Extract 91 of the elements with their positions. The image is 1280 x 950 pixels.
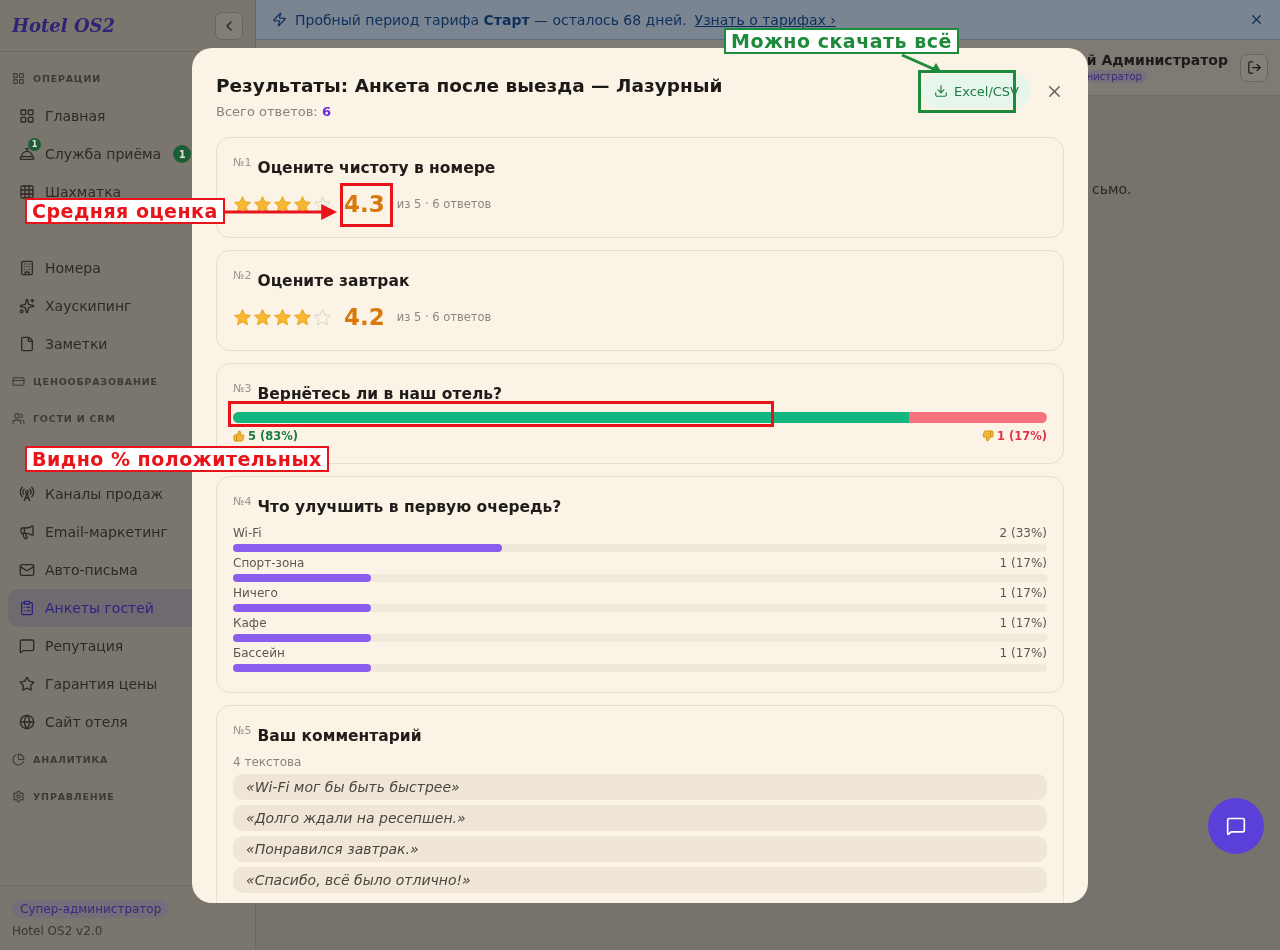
thumbs-up-icon [233, 430, 245, 442]
section-icon [12, 72, 25, 85]
star-icon [313, 307, 332, 327]
annotation-callout: Средняя оценка [25, 198, 225, 224]
menu-icon [19, 146, 35, 162]
average-score: 4.3 [344, 191, 385, 217]
menu-item[interactable]: Хаускипинг [8, 287, 247, 325]
menu-icon [19, 298, 35, 314]
text-answer: «Спасибо, всё было отлично!» [233, 867, 1047, 893]
lightning-icon [272, 12, 287, 27]
content-text: сьмо. [1092, 181, 1132, 197]
pricing-link[interactable]: Узнать о тарифах › [694, 11, 836, 28]
logout-icon [1246, 60, 1262, 75]
section-title: ГОСТИ И CRM [33, 413, 116, 424]
star-icon [313, 194, 332, 214]
version-text: Hotel OS2 v2.0 [12, 924, 103, 938]
section-title: АНАЛИТИКА [33, 754, 109, 765]
section-icon [12, 412, 25, 425]
average-score: 4.2 [344, 304, 385, 330]
chat-button[interactable] [1208, 798, 1264, 854]
logout-button[interactable] [1240, 53, 1268, 82]
text-answer: «Wi-Fi мог бы быть быстрее» [233, 774, 1047, 800]
star-icon [253, 307, 272, 327]
menu-icon [19, 184, 35, 200]
question-title: Ваш комментарий [257, 727, 422, 745]
notification-badge: 1 [28, 138, 41, 151]
question-title: Вернётесь ли в наш отель? [257, 385, 503, 403]
close-icon[interactable] [1249, 12, 1264, 27]
option-count: 1 (17%) [999, 616, 1047, 630]
menu-icon [19, 676, 35, 692]
answer-count: 4 текстова [233, 755, 303, 769]
annotation-callout: Можно скачать всё [724, 28, 959, 54]
star-icon [233, 307, 252, 327]
star-icon [273, 307, 292, 327]
option-label: Бассейн [233, 646, 285, 660]
text-answer: «Долго ждали на ресепшен.» [233, 805, 1047, 831]
role-badge: Супер-администратор [12, 900, 170, 918]
logo: Hotel OS2 [12, 15, 116, 36]
menu-icon [19, 638, 35, 654]
collapse-button[interactable] [215, 11, 243, 40]
question-title: Оцените чистоту в номере [257, 159, 496, 177]
highlight-frame [340, 183, 393, 227]
banner-text: Пробный период тарифа Старт — осталось 68 дней. [295, 11, 687, 28]
question-number: №4 [233, 495, 252, 508]
star-icon [273, 194, 292, 214]
menu-icon [19, 486, 35, 502]
text-answer: «Понравился завтрак.» [233, 836, 1047, 862]
option-count: 1 (17%) [999, 556, 1047, 570]
option-count: 2 (33%) [999, 526, 1047, 540]
rating-meta: из 5 · 6 ответов [396, 310, 492, 324]
section-icon [12, 753, 25, 766]
menu-icon [19, 600, 35, 616]
download-icon [933, 84, 948, 98]
dialog-title: Результаты: Анкета после выезда — Лазурный [216, 75, 723, 96]
menu-icon [19, 562, 35, 578]
section-title: ЦЕНООБРАЗОВАНИЕ [33, 376, 158, 387]
section-icon [12, 375, 25, 388]
menu-item[interactable]: Гарантия цены [8, 665, 247, 703]
annotation-callout: Видно % положительных [25, 446, 329, 472]
rating-meta: из 5 · 6 ответов [396, 197, 492, 211]
chat-icon [1226, 816, 1246, 836]
star-icon [293, 194, 312, 214]
section-icon [12, 790, 25, 803]
question-number: №3 [233, 382, 252, 395]
user-role: нистратор [1086, 70, 1147, 83]
count-badge: 1 [173, 145, 192, 163]
section-title: УПРАВЛЕНИЕ [33, 791, 115, 802]
menu-item[interactable]: Заметки [8, 325, 247, 363]
question-number: №2 [233, 269, 252, 282]
no-count: 1 (17%) [996, 429, 1047, 443]
menu-icon [19, 108, 35, 124]
option-label: Wi-Fi [233, 526, 262, 540]
question-number: №1 [233, 156, 252, 169]
menu-icon [19, 260, 35, 276]
star-icon [253, 194, 272, 214]
option-label: Спорт-зона [233, 556, 305, 570]
star-icon [233, 194, 252, 214]
yes-count: 5 (83%) [248, 429, 299, 443]
menu-icon [19, 714, 35, 730]
question-title: Оцените завтрак [257, 272, 410, 290]
thumbs-down-icon [981, 430, 994, 442]
option-count: 1 (17%) [999, 586, 1047, 600]
total-responses: Всего ответов: 6 [216, 104, 332, 119]
question-title: Что улучшить в первую очередь? [257, 498, 562, 516]
star-icon [293, 307, 312, 327]
menu-icon [19, 524, 35, 540]
option-count: 1 (17%) [999, 646, 1047, 660]
question-number: №5 [233, 724, 252, 737]
user-name: й Администратор [1086, 52, 1228, 68]
section-title: ОПЕРАЦИИ [33, 73, 101, 84]
menu-icon [19, 336, 35, 352]
